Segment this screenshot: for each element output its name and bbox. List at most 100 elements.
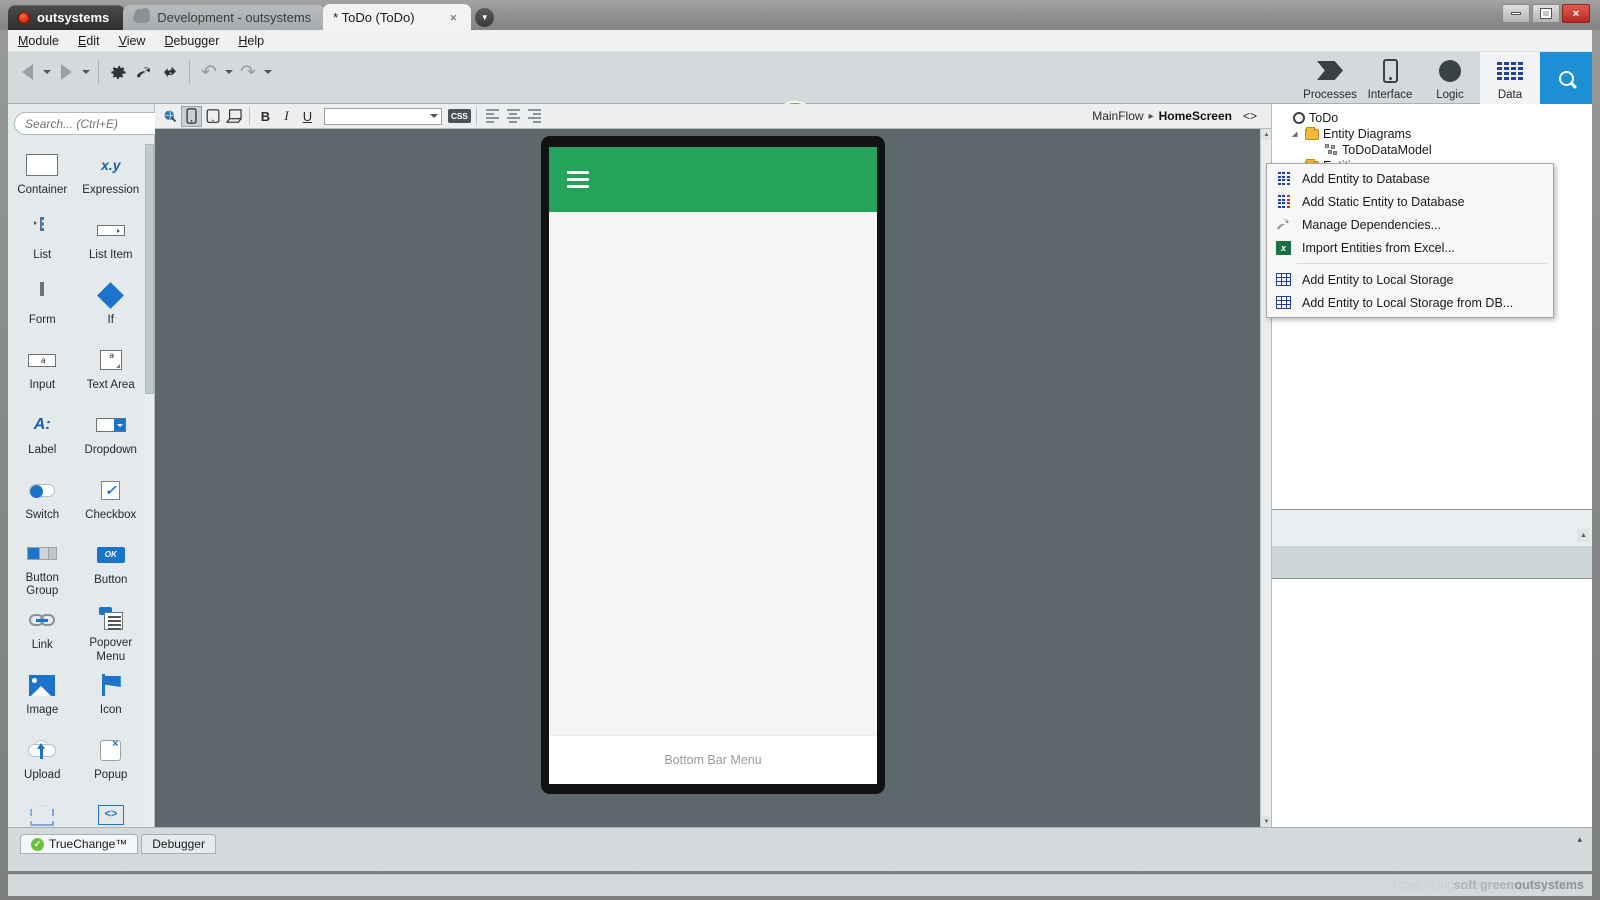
minimize-button[interactable] bbox=[1502, 4, 1530, 23]
publish-1click-icon[interactable] bbox=[131, 58, 157, 86]
toolbox-item-expression[interactable]: x.y Expression bbox=[77, 144, 146, 209]
align-center-icon[interactable] bbox=[503, 106, 524, 127]
menu-item-add-entity-to-local-storage[interactable]: Add Entity to Local Storage bbox=[1267, 268, 1553, 291]
toolbox-item-image[interactable]: Image bbox=[8, 664, 77, 729]
toolbox-item-popover-menu[interactable]: Popover Menu bbox=[77, 599, 146, 664]
menu-bar: MModuleodule Edit View Debugger Help bbox=[8, 30, 1592, 52]
menu-item-add-static-entity-to-database[interactable]: Add Static Entity to Database bbox=[1267, 190, 1553, 213]
device-phone-portrait-icon[interactable] bbox=[181, 106, 202, 127]
global-search-button[interactable] bbox=[1540, 52, 1592, 104]
scroll-down-icon[interactable]: ▼ bbox=[1261, 816, 1271, 827]
screen-canvas[interactable]: Bottom Bar Menu ▲ ▼ bbox=[155, 129, 1271, 827]
breadcrumb-parent[interactable]: MainFlow bbox=[1092, 109, 1143, 123]
preview-browser-icon[interactable] bbox=[160, 106, 181, 127]
toolbox-item-label: Dropdown bbox=[85, 444, 137, 458]
cloud-icon bbox=[133, 13, 150, 23]
back-history-chevron-down-icon[interactable] bbox=[40, 58, 53, 86]
tab-debugger[interactable]: Debugger bbox=[141, 834, 216, 854]
forward-history-chevron-down-icon[interactable] bbox=[79, 58, 92, 86]
menu-item-edit[interactable]: Edit bbox=[78, 34, 100, 48]
toolbox-item-label: List bbox=[33, 249, 51, 263]
toolbox-item-container[interactable]: Container bbox=[8, 144, 77, 209]
redo-button[interactable]: ↷ bbox=[235, 58, 261, 86]
toolbox-scrollbar[interactable] bbox=[145, 144, 154, 871]
italic-button[interactable]: I bbox=[276, 106, 297, 127]
panel-splitter-region[interactable]: ▲ bbox=[1272, 509, 1592, 546]
tab-truechange[interactable]: ✓ TrueChange™ bbox=[20, 834, 138, 854]
toolbox-item-text-area[interactable]: a Text Area bbox=[77, 339, 146, 404]
tab-development-outsystems[interactable]: Development - outsystems bbox=[123, 5, 325, 30]
menu-item-module[interactable]: MModuleodule bbox=[18, 34, 59, 48]
tree-item-todo[interactable]: ToDo bbox=[1280, 110, 1592, 126]
ribbon-group-logic[interactable]: Logic bbox=[1420, 52, 1480, 104]
toolbox-item-input[interactable]: a Input bbox=[8, 339, 77, 404]
toolbox-item-if[interactable]: If bbox=[77, 274, 146, 339]
tree-item-tododatamodel[interactable]: ToDoDataModel bbox=[1280, 142, 1592, 158]
toolbox-item-list-item[interactable]: List Item bbox=[77, 209, 146, 274]
watermark-secondary: soft green bbox=[1454, 878, 1514, 892]
toolbox-item-form[interactable]: Form bbox=[8, 274, 77, 339]
button-group-icon bbox=[27, 542, 57, 566]
menu-item-add-entity-to-local-storage-from-db[interactable]: Add Entity to Local Storage from DB... bbox=[1267, 291, 1553, 314]
toolbox-item-switch[interactable]: Switch bbox=[8, 469, 77, 534]
collapse-dock-icon[interactable]: ▴ bbox=[1577, 834, 1582, 845]
tree-item-entity-diagrams[interactable]: ◢ Entity Diagrams bbox=[1280, 126, 1592, 142]
scrollbar-thumb[interactable] bbox=[145, 144, 154, 394]
toolbox-item-popup[interactable]: Popup bbox=[77, 729, 146, 794]
toolbox-item-button[interactable]: OK Button bbox=[77, 534, 146, 599]
scroll-up-icon[interactable]: ▲ bbox=[1577, 529, 1590, 542]
hamburger-menu-icon[interactable] bbox=[567, 171, 589, 188]
toolbox-item-label: Link bbox=[32, 639, 53, 653]
menu-item-manage-dependencies[interactable]: Manage Dependencies... bbox=[1267, 213, 1553, 236]
screen-content-placeholder[interactable] bbox=[549, 212, 877, 735]
close-icon[interactable]: × bbox=[450, 11, 458, 24]
expand-arrow-icon[interactable]: ◢ bbox=[1292, 130, 1301, 138]
bottom-bar-menu[interactable]: Bottom Bar Menu bbox=[549, 735, 877, 784]
ribbon-group-data[interactable]: Data bbox=[1480, 52, 1540, 104]
align-right-icon[interactable] bbox=[524, 106, 545, 127]
toolbox-item-icon[interactable]: Icon bbox=[77, 664, 146, 729]
toolbox-item-list[interactable]: List bbox=[8, 209, 77, 274]
ribbon-group-interface[interactable]: Interface bbox=[1360, 52, 1420, 104]
toolbox-search-row: « bbox=[8, 104, 154, 141]
breadcrumb: MainFlow ▸ HomeScreen <> bbox=[1092, 109, 1271, 123]
forward-button[interactable] bbox=[53, 58, 79, 86]
gear-icon[interactable] bbox=[105, 58, 131, 86]
device-desktop-icon[interactable] bbox=[223, 106, 244, 127]
tab-outsystems-brand[interactable]: outsystems bbox=[8, 5, 125, 30]
back-button[interactable] bbox=[14, 58, 40, 86]
menu-item-view[interactable]: View bbox=[119, 34, 146, 48]
device-tablet-icon[interactable] bbox=[202, 106, 223, 127]
style-classes-dropdown[interactable] bbox=[324, 108, 442, 125]
css-button[interactable]: CSS bbox=[448, 109, 471, 123]
ribbon-group-processes[interactable]: Processes bbox=[1300, 52, 1360, 104]
list-icon bbox=[25, 217, 59, 243]
toolbox-item-link[interactable]: Link bbox=[8, 599, 77, 664]
align-left-icon[interactable] bbox=[482, 106, 503, 127]
divider bbox=[98, 61, 99, 83]
bold-button[interactable]: B bbox=[255, 106, 276, 127]
menu-item-debugger[interactable]: Debugger bbox=[164, 34, 219, 48]
toolbox-item-dropdown[interactable]: Dropdown bbox=[77, 404, 146, 469]
toolbox-item-label: Popup bbox=[94, 769, 127, 783]
toolbox-item-label: Upload bbox=[24, 769, 60, 783]
toolbox-item-upload[interactable]: Upload bbox=[8, 729, 77, 794]
menu-item-import-entities-from-excel[interactable]: x Import Entities from Excel... bbox=[1267, 236, 1553, 259]
tab-todo-module[interactable]: * ToDo (ToDo) × bbox=[323, 4, 471, 30]
underline-button[interactable]: U bbox=[297, 106, 318, 127]
code-toggle-icon[interactable]: <> bbox=[1237, 109, 1263, 123]
menu-item-help[interactable]: Help bbox=[238, 34, 264, 48]
open-debugger-icon[interactable] bbox=[157, 58, 183, 86]
chevron-down-icon[interactable]: ▼ bbox=[475, 8, 494, 27]
toolbox-item-label[interactable]: A: Label bbox=[8, 404, 77, 469]
menu-item-add-entity-to-database[interactable]: Add Entity to Database bbox=[1267, 167, 1553, 190]
redo-chevron-down-icon[interactable] bbox=[261, 58, 274, 86]
scroll-up-icon[interactable]: ▲ bbox=[1261, 129, 1271, 140]
undo-chevron-down-icon[interactable] bbox=[222, 58, 235, 86]
undo-button[interactable]: ↶ bbox=[196, 58, 222, 86]
close-button[interactable]: × bbox=[1562, 4, 1590, 23]
toolbox-item-button-group[interactable]: Button Group bbox=[8, 534, 77, 599]
maximize-button[interactable] bbox=[1532, 4, 1560, 23]
toolbox-item-checkbox[interactable]: ✓ Checkbox bbox=[77, 469, 146, 534]
app-header-bar[interactable] bbox=[549, 147, 877, 212]
